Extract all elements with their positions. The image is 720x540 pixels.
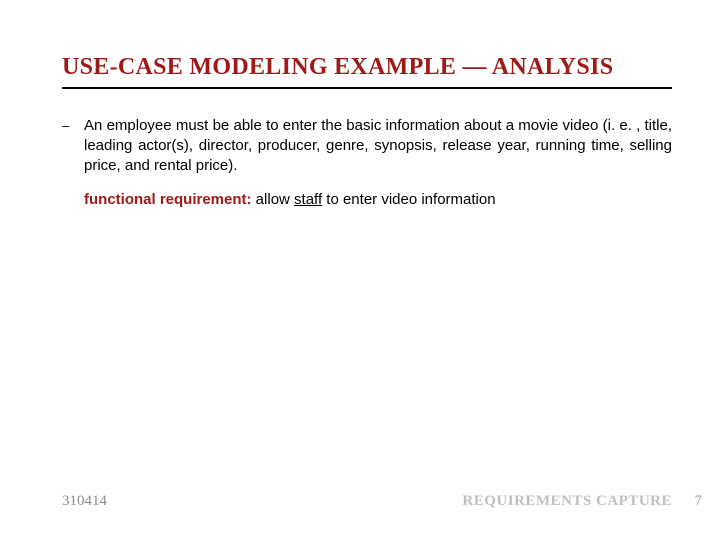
requirement-line: functional requirement: allow staff to e… — [84, 190, 672, 210]
content-area: – An employee must be able to enter the … — [62, 116, 672, 210]
bullet-dash: – — [62, 116, 84, 136]
requirement-text-after: to enter video information — [322, 191, 495, 208]
footer-left: 310414 — [62, 493, 107, 510]
requirement-text-before: allow — [252, 191, 295, 208]
footer-right: REQUIREMENTS CAPTURE — [462, 493, 672, 510]
slide: USE-CASE MODELING EXAMPLE — ANALYSIS – A… — [0, 0, 720, 540]
requirement-label: functional requirement: — [84, 191, 252, 208]
slide-title: USE-CASE MODELING EXAMPLE — ANALYSIS — [62, 54, 672, 89]
bullet-item: – An employee must be able to enter the … — [62, 116, 672, 176]
page-number: 7 — [695, 493, 703, 510]
bullet-text: An employee must be able to enter the ba… — [84, 116, 672, 176]
requirement-underlined: staff — [294, 191, 322, 208]
